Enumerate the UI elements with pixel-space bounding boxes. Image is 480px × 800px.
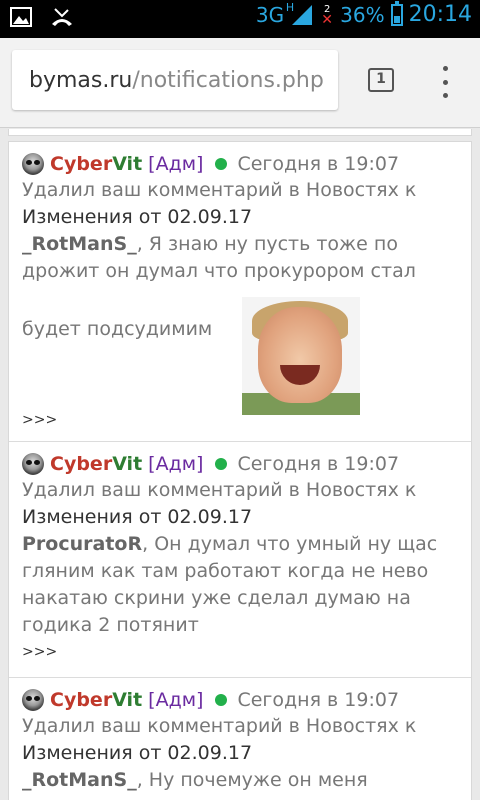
alien-avatar-icon (22, 453, 44, 475)
action-text: Удалил ваш комментарий в Новостях к (22, 715, 417, 737)
notification-date: Сегодня в 19:07 (237, 153, 400, 175)
previous-card-edge (8, 129, 472, 136)
role-badge: [Адм] (148, 153, 204, 175)
signal-icon (292, 4, 313, 25)
url-bar[interactable]: bymas.ru/notifications.php (12, 50, 338, 110)
overflow-menu-icon[interactable] (440, 66, 450, 98)
user-link[interactable]: CyberVit (50, 687, 142, 713)
comment-text: , Он думал что умный ну щас (142, 533, 438, 555)
notification-item: CyberVit [Адм] Сегодня в 19:07 Удалил ва… (9, 678, 471, 800)
status-bar: 3G H 2 ✕ 36% 20:14 (0, 0, 480, 38)
role-badge: [Адм] (148, 453, 204, 475)
comment-text: годика 2 потянит (22, 614, 199, 636)
news-title-link[interactable]: Изменения от 02.09.17 (22, 740, 461, 767)
commenter-name[interactable]: _RotManS_ (22, 233, 137, 255)
notifications-list: CyberVit [Адм] Сегодня в 19:07 Удалил ва… (0, 129, 480, 800)
sim-alert-icon: 2 ✕ (321, 3, 333, 28)
commenter-name[interactable]: ProcuratoR (22, 533, 142, 555)
notifications-card: CyberVit [Адм] Сегодня в 19:07 Удалил ва… (8, 141, 472, 800)
comment-text: , Я знаю ну пусть тоже по (136, 233, 398, 255)
user-link[interactable]: CyberVit (50, 151, 142, 177)
news-title-link[interactable]: Изменения от 02.09.17 (22, 504, 461, 531)
comment-text: дрожит он думал что прокурором стал (22, 260, 416, 282)
role-badge: [Адм] (148, 689, 204, 711)
online-status-icon (215, 458, 228, 470)
alien-avatar-icon (22, 153, 44, 175)
missed-call-icon (52, 8, 72, 26)
tab-switcher-button[interactable]: 1 (368, 68, 394, 92)
user-link[interactable]: CyberVit (50, 451, 142, 477)
clock: 20:14 (408, 2, 472, 27)
battery-percent: 36% (340, 2, 385, 27)
notification-item: CyberVit [Адм] Сегодня в 19:07 Удалил ва… (9, 142, 471, 442)
meme-image (242, 297, 360, 415)
commenter-name[interactable]: _RotManS_ (22, 769, 137, 791)
comment-text: , Ну почемуже он меня (136, 769, 368, 791)
gallery-icon (10, 7, 32, 27)
action-text: Удалил ваш комментарий в Новостях к (22, 179, 417, 201)
url-host: bymas.ru (29, 67, 133, 93)
network-type: 3G H (255, 0, 295, 27)
battery-icon (390, 0, 403, 26)
url-path: /notifications.php (132, 67, 324, 93)
online-status-icon (215, 158, 228, 170)
online-status-icon (215, 694, 228, 706)
alien-avatar-icon (22, 689, 44, 711)
more-link[interactable]: >>> (22, 641, 461, 663)
comment-text: гляним как там работают когда не нево (22, 560, 429, 582)
notification-date: Сегодня в 19:07 (237, 689, 400, 711)
more-link[interactable]: >>> (22, 409, 57, 431)
notification-date: Сегодня в 19:07 (237, 453, 400, 475)
browser-toolbar: bymas.ru/notifications.php 1 (0, 38, 480, 128)
action-text: Удалил ваш комментарий в Новостях к (22, 479, 417, 501)
news-title-link[interactable]: Изменения от 02.09.17 (22, 204, 461, 231)
notification-item: CyberVit [Адм] Сегодня в 19:07 Удалил ва… (9, 442, 471, 678)
comment-text: накатаю скрини уже сделал думаю на (22, 587, 411, 609)
